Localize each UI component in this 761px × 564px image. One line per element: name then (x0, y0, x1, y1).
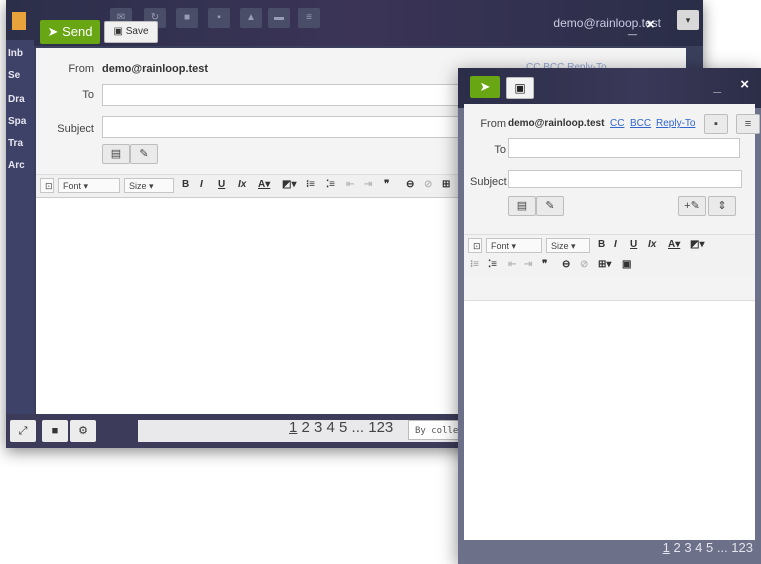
small-cc-link[interactable]: CC (610, 118, 624, 129)
from-value[interactable]: demo@rainloop.test (102, 63, 208, 75)
trash-icon[interactable]: ▬ (268, 8, 290, 28)
subject-label: Subject (57, 123, 94, 135)
plain-text-toggle-icon[interactable]: ▤ (102, 144, 130, 164)
expand-icon[interactable]: ⤢ (10, 420, 36, 442)
archive-icon[interactable]: ▪ (208, 8, 230, 28)
small-send-button[interactable]: ➤ (470, 76, 500, 98)
small-from-value[interactable]: demo@rainloop.test (508, 118, 604, 129)
small-font-select[interactable]: Font ▾ (486, 238, 542, 253)
small-close-icon[interactable]: × (740, 76, 749, 93)
attach-icon[interactable]: ✎ (130, 144, 158, 164)
folder-trash[interactable]: Tra (8, 138, 23, 149)
user-email[interactable]: demo@rainloop.test (553, 16, 661, 30)
size-select[interactable]: Size ▾ (124, 178, 174, 193)
small-link-icon[interactable]: ⊖ (562, 259, 570, 270)
spam-icon[interactable]: ▲ (240, 8, 262, 28)
indent-icon[interactable]: ⇥ (364, 179, 372, 190)
small-plain-text-icon[interactable]: ▤ (508, 196, 536, 216)
small-table-icon[interactable]: ⊞▾ (598, 259, 611, 270)
small-indent-icon[interactable]: ⇥ (524, 259, 532, 270)
underline-icon[interactable]: U (218, 179, 225, 190)
to-label: To (82, 89, 94, 101)
small-bg-color-icon[interactable]: ◩▾ (690, 239, 704, 250)
send-button[interactable]: ➤ Send (40, 20, 100, 44)
folder-archive[interactable]: Arc (8, 160, 25, 171)
from-label: From (68, 63, 94, 75)
close-icon[interactable]: × (646, 16, 655, 33)
small-message-editor[interactable] (464, 300, 755, 541)
small-pager[interactable]: 1 2 3 4 5 ... 123 (663, 540, 753, 555)
folder-drafts[interactable]: Dra (8, 94, 25, 105)
small-numbered-list-icon[interactable]: ⁝≡ (470, 259, 479, 270)
small-bold-icon[interactable]: B (598, 239, 605, 250)
small-editor-toolbar: ⊡ Font ▾ Size ▾ B I U Ix A▾ ◩▾ ⁝≡ ⁚≡ ⇤ ⇥… (464, 234, 755, 277)
small-blockquote-icon[interactable]: ❞ (542, 259, 547, 270)
unlink-icon[interactable]: ⊘ (424, 179, 432, 190)
link-icon[interactable]: ⊖ (406, 179, 414, 190)
small-source-icon[interactable]: ⊡ (468, 238, 482, 253)
small-add-attachment-icon[interactable]: +✎ (678, 196, 706, 216)
font-select[interactable]: Font ▾ (58, 178, 120, 193)
small-bcc-link[interactable]: BCC (630, 118, 651, 129)
small-minimize-icon[interactable]: _ (713, 78, 721, 94)
save-button[interactable]: ▣ Save (104, 21, 158, 43)
small-contacts-icon[interactable]: ▪ (704, 114, 728, 134)
small-clear-format-icon[interactable]: Ix (648, 239, 656, 250)
table-icon[interactable]: ⊞ (442, 179, 450, 190)
folder-icon[interactable]: ■ (42, 420, 68, 442)
source-icon[interactable]: ⊡ (40, 178, 54, 193)
outdent-icon[interactable]: ⇤ (346, 179, 354, 190)
small-compose-window: ➤ ▣ _ × From demo@rainloop.test CC BCC R… (458, 68, 761, 564)
bg-color-icon[interactable]: ◩▾ (282, 179, 296, 190)
small-font-color-icon[interactable]: A▾ (668, 239, 680, 250)
small-size-select[interactable]: Size ▾ (546, 238, 590, 253)
small-compose-panel: From demo@rainloop.test CC BCC Reply-To … (464, 104, 760, 541)
brand-logo (12, 12, 26, 30)
user-menu-button[interactable]: ▾ (677, 10, 699, 30)
bold-icon[interactable]: B (182, 179, 189, 190)
small-save-button[interactable]: ▣ (506, 77, 534, 99)
blockquote-icon[interactable]: ❞ (384, 179, 389, 190)
settings-icon[interactable]: ⚙ (70, 420, 96, 442)
small-image-icon[interactable]: ▣ (622, 259, 631, 270)
font-color-icon[interactable]: A▾ (258, 179, 270, 190)
pager[interactable]: 1 2 3 4 5 ... 123 (289, 419, 393, 436)
numbered-list-icon[interactable]: ⁝≡ (306, 179, 315, 190)
folder-move-icon[interactable]: ■ (176, 8, 198, 28)
small-to-field[interactable] (508, 138, 740, 158)
small-outdent-icon[interactable]: ⇤ (508, 259, 516, 270)
bullet-list-icon[interactable]: ⁚≡ (326, 179, 335, 190)
small-bullet-list-icon[interactable]: ⁚≡ (488, 259, 497, 270)
small-expand-icon[interactable]: ⇕ (708, 196, 736, 216)
small-from-label: From (480, 118, 506, 130)
small-to-label: To (494, 144, 506, 156)
italic-icon[interactable]: I (200, 179, 203, 190)
menu-icon[interactable]: ≡ (298, 8, 320, 28)
folder-sent[interactable]: Se (8, 70, 20, 81)
small-subject-label: Subject (470, 176, 507, 188)
small-attach-icon[interactable]: ✎ (536, 196, 564, 216)
small-reply-to-link[interactable]: Reply-To (656, 118, 695, 129)
small-unlink-icon[interactable]: ⊘ (580, 259, 588, 270)
small-subject-field[interactable] (508, 170, 742, 188)
folder-spam[interactable]: Spa (8, 116, 26, 127)
small-italic-icon[interactable]: I (614, 239, 617, 250)
minimize-icon[interactable]: _ (628, 20, 637, 38)
small-menu-icon[interactable]: ≡ (736, 114, 760, 134)
clear-format-icon[interactable]: Ix (238, 179, 246, 190)
folder-inbox[interactable]: Inb (8, 48, 23, 59)
small-underline-icon[interactable]: U (630, 239, 637, 250)
